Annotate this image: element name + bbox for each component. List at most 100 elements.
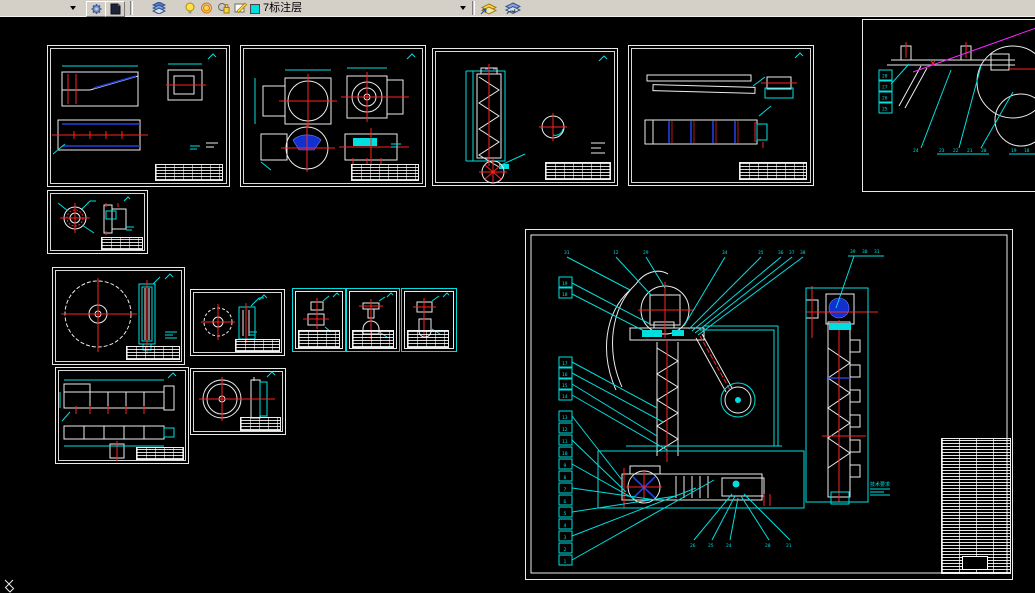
lock-gear-icon[interactable] [217, 2, 231, 14]
balloon-number: 13 [562, 415, 568, 421]
title-block [545, 162, 611, 180]
balloon-number: 23 [939, 148, 945, 154]
balloon-number: 14 [562, 394, 568, 400]
balloon-number: 22 [953, 148, 959, 154]
assembly-bottom-view [621, 465, 765, 504]
toolbar-separator [472, 1, 475, 15]
drawing-canvas[interactable]: 28 27 26 25 24 23 22 21 20 19 18 31 12 2… [0, 17, 1035, 593]
technical-note: 技术要求 [870, 481, 890, 488]
cad-application: { "toolbar": { "layer_combo": { "value":… [0, 0, 1035, 593]
drawing-frame-auger [432, 48, 618, 186]
balloon-number: 19 [1011, 148, 1017, 154]
layer-previous-icon[interactable] [504, 2, 521, 15]
balloon-number: 12 [562, 427, 568, 433]
balloon-number: 16 [562, 372, 568, 378]
balloon-number: 25 [882, 107, 888, 113]
balloon-number: 24 [913, 148, 919, 154]
balloon-number: 39 [850, 249, 856, 255]
fragment-drawing: 28 27 26 25 24 23 22 21 20 19 18 [878, 27, 1035, 155]
title-block [155, 164, 223, 181]
balloon-number: 38 [800, 250, 806, 256]
drawing-frame-disc [190, 368, 286, 435]
toolbar-separator [130, 1, 133, 15]
balloon-number: 26 [690, 543, 696, 549]
dropdown-arrow-icon[interactable] [70, 6, 76, 10]
balloon-number: 25 [708, 543, 714, 549]
layers-icon[interactable] [152, 2, 166, 14]
balloon-number: 9 [564, 463, 567, 469]
title-block [298, 330, 340, 348]
balloon-number: 30 [862, 249, 868, 255]
balloon-number: 18 [1024, 148, 1030, 154]
toolbar: 7标注层 [0, 0, 1035, 17]
title-block [351, 164, 419, 181]
drawing-frame-flange [47, 190, 148, 254]
title-block [235, 339, 280, 352]
balloon-number: 26 [882, 96, 888, 102]
drawing-frame-wheel-large [52, 267, 185, 365]
drawing-frame-part-2 [346, 288, 400, 352]
balloon-number: 8 [564, 475, 567, 481]
balloon-number: 36 [778, 250, 784, 256]
layer-combo-dropdown-arrow[interactable] [460, 6, 466, 10]
drawing-frame-bracket [47, 45, 230, 187]
title-block [352, 330, 394, 348]
balloon-number: 35 [758, 250, 764, 256]
balloon-number: 1 [564, 559, 567, 565]
balloon-number: 5 [564, 511, 567, 517]
title-block [240, 417, 281, 431]
balloon-number: 29 [643, 250, 649, 256]
title-block-stamp [962, 556, 988, 570]
title-block [126, 346, 180, 360]
sun-icon[interactable] [200, 2, 214, 14]
annotation-monitor-button[interactable] [105, 1, 125, 17]
layer-edit-icon[interactable] [234, 2, 248, 14]
layer-color-swatch[interactable] [250, 4, 260, 14]
balloon-number: 21 [786, 543, 792, 549]
balloon-number: 12 [613, 250, 619, 256]
balloon-number: 2 [564, 547, 567, 553]
balloon-number: 11 [562, 439, 568, 445]
annotation-page-icon [110, 3, 120, 15]
drawing-frame-assembly: 31 12 29 34 35 36 37 38 39 30 31 19 18 1… [525, 229, 1013, 580]
balloon-number: 17 [562, 361, 568, 367]
layer-combo-value[interactable]: 7标注层 [263, 2, 302, 14]
drawing-frame-fragment: 28 27 26 25 24 23 22 21 20 19 18 [862, 19, 1035, 192]
balloon-number: 19 [562, 281, 568, 287]
drawing-frame-bar [55, 367, 189, 464]
assembly-cyan-fills [642, 323, 851, 488]
balloon-number: 7 [564, 487, 567, 493]
title-block [407, 330, 449, 348]
assembly-drawing: 31 12 29 34 35 36 37 38 39 30 31 19 18 1… [530, 234, 1008, 574]
lightbulb-icon[interactable] [184, 2, 198, 14]
balloon-number: 6 [564, 499, 567, 505]
balloon-number: 34 [722, 250, 728, 256]
crosshair-cursor [4, 579, 15, 593]
drawing-frame-part-3 [401, 288, 457, 352]
balloon-number: 37 [789, 250, 795, 256]
drawing-frame-gearbox [240, 45, 426, 187]
balloon-number: 4 [564, 523, 567, 529]
title-block [739, 162, 807, 180]
balloon-number: 27 [882, 85, 888, 91]
balloon-number: 20 [765, 543, 771, 549]
balloon-number: 28 [882, 74, 888, 80]
balloon-number: 10 [562, 451, 568, 457]
balloon-number: 31 [874, 249, 880, 255]
settings-button[interactable] [86, 1, 106, 17]
balloon-number: 18 [562, 292, 568, 298]
title-block [101, 237, 143, 250]
balloon-number: 20 [981, 148, 987, 154]
drawing-frame-part-1 [292, 288, 346, 352]
gear-icon [91, 4, 101, 14]
balloon-number: 3 [564, 535, 567, 541]
balloon-number: 24 [726, 543, 732, 549]
balloon-number: 21 [967, 148, 973, 154]
make-object-layer-current-icon[interactable] [480, 2, 497, 15]
title-block [136, 447, 184, 460]
parts-list-table [941, 438, 1011, 574]
balloon-number: 31 [564, 250, 570, 256]
drawing-frame-trough [628, 45, 814, 186]
assembly-front-view [606, 270, 752, 456]
balloon-number: 15 [562, 383, 568, 389]
